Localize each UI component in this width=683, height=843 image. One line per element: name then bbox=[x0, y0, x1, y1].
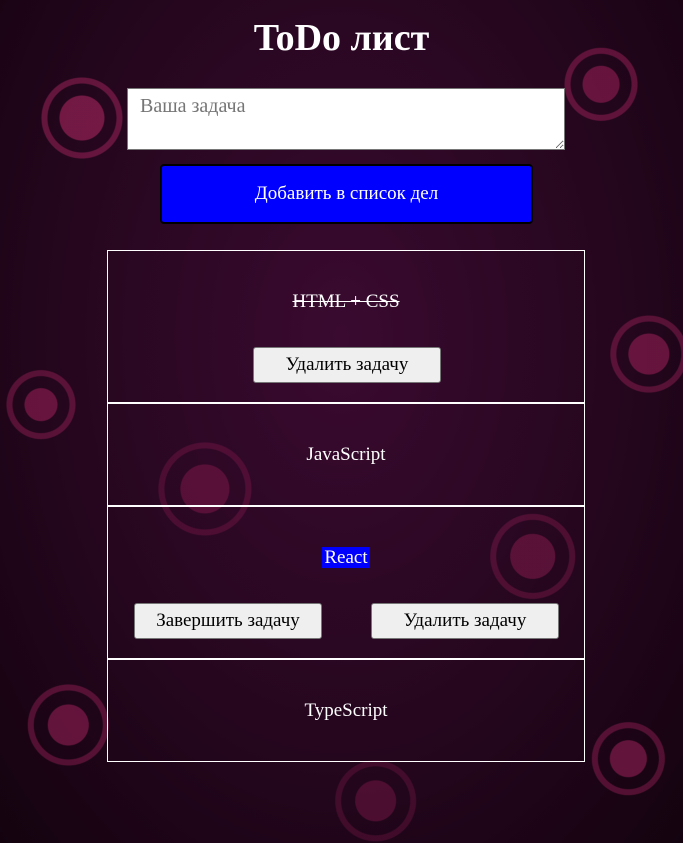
task-text-wrapper: React bbox=[108, 547, 584, 569]
task-item-completed: HTML + CSS Удалить задачу bbox=[107, 250, 585, 403]
page-title: ToDo лист bbox=[253, 17, 430, 59]
task-item-selected[interactable]: React Завершить задачу Удалить задачу bbox=[107, 506, 585, 659]
task-text: JavaScript bbox=[306, 444, 386, 465]
add-task-button[interactable]: Добавить в список дел bbox=[160, 164, 533, 224]
task-text: TypeScript bbox=[304, 700, 388, 721]
task-item[interactable]: JavaScript bbox=[107, 403, 585, 506]
complete-task-button[interactable]: Завершить задачу bbox=[134, 603, 322, 639]
delete-task-button[interactable]: Удалить задачу bbox=[253, 347, 441, 383]
task-text: React bbox=[322, 547, 370, 568]
task-input[interactable] bbox=[127, 88, 565, 150]
delete-task-button[interactable]: Удалить задачу bbox=[371, 603, 559, 639]
task-item[interactable]: TypeScript bbox=[107, 659, 585, 762]
task-text: HTML + CSS bbox=[292, 291, 400, 312]
task-list: HTML + CSS Удалить задачу JavaScript Rea… bbox=[107, 250, 585, 762]
